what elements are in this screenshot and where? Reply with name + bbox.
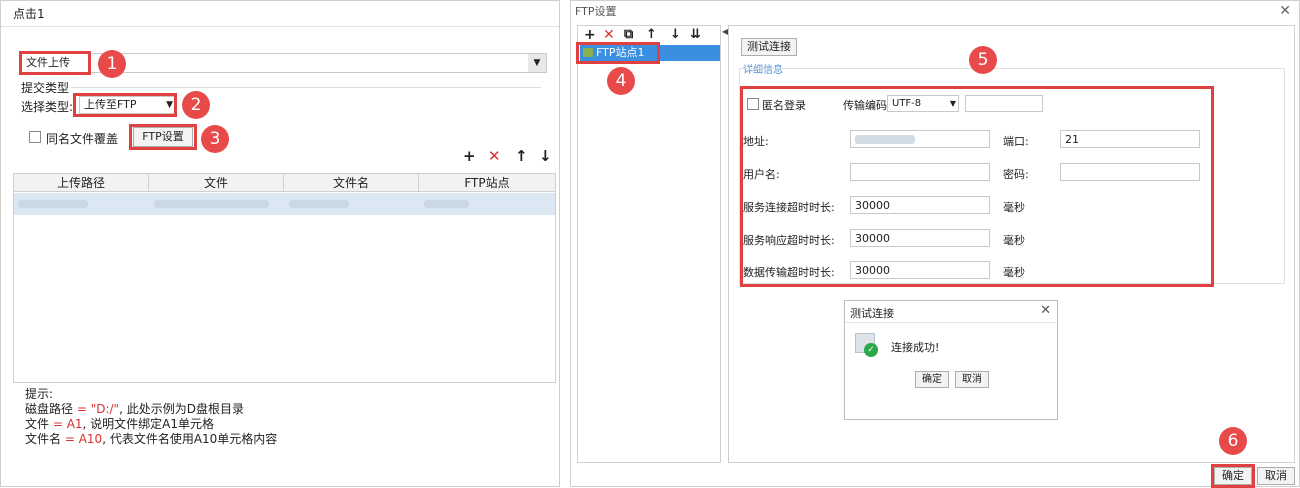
move-down-icon[interactable]: ↓: [539, 147, 552, 165]
dialog-title: 点击1: [1, 1, 559, 27]
close-icon[interactable]: ✕: [1279, 3, 1291, 19]
ftp-dialog-title: FTP设置: [575, 5, 617, 18]
action-dialog: 点击1 文件上传 ▼ 提交类型 选择类型: 上传至FTP ▼ 同名文件覆盖 FT…: [0, 0, 560, 487]
step-badge-2: 2: [182, 91, 210, 119]
test-connection-button[interactable]: 测试连接: [741, 38, 797, 56]
add-icon[interactable]: +: [463, 147, 476, 165]
highlight-action-select: [19, 51, 91, 75]
col-ftp-site: FTP站点: [464, 176, 510, 190]
select-type-label: 选择类型:: [21, 100, 74, 114]
hint-line-2: 文件 = A1, 说明文件绑定A1单元格: [25, 417, 215, 431]
hint-title: 提示:: [25, 387, 54, 401]
chevron-down-icon: ▼: [528, 54, 546, 72]
blurred-cell: [18, 200, 88, 208]
cancel-button[interactable]: 取消: [1257, 467, 1295, 485]
table-row[interactable]: [14, 193, 555, 215]
blurred-cell: [154, 200, 269, 208]
highlight-detail-fields: [740, 86, 1214, 287]
sort-icon[interactable]: ⇊: [690, 27, 701, 42]
move-down-icon[interactable]: ↓: [670, 27, 681, 42]
col-file: 文件: [149, 174, 284, 192]
col-upload-path: 上传路径: [14, 174, 149, 192]
popup-message: 连接成功!: [891, 341, 940, 354]
highlight-upload-target: [73, 93, 177, 117]
highlight-ok-button: [1211, 464, 1255, 488]
step-badge-1: 1: [98, 50, 126, 78]
hint-line-3: 文件名 = A10, 代表文件名使用A10单元格内容: [25, 432, 278, 446]
popup-ok-button[interactable]: 确定: [915, 371, 949, 388]
submit-type-label: 提交类型: [21, 81, 70, 95]
delete-icon[interactable]: ✕: [488, 147, 501, 165]
hint-block: 提示: 磁盘路径 = "D:/", 此处示例为D盘根目录 文件 = A1, 说明…: [25, 387, 277, 447]
site-list-pane: + ✕ ⧉ ↑ ↓ ⇊ FTP站点1: [577, 25, 721, 463]
overwrite-label: 同名文件覆盖: [46, 132, 119, 146]
move-up-icon[interactable]: ↑: [646, 27, 657, 42]
step-badge-6: 6: [1219, 427, 1247, 455]
pane-splitter[interactable]: ◀: [722, 25, 728, 463]
copy-icon[interactable]: ⧉: [624, 27, 633, 42]
highlight-site-item: [576, 42, 660, 64]
highlight-ftp-button: [129, 124, 197, 150]
popup-title-divider: [845, 322, 1057, 323]
success-icon: ✓: [855, 333, 878, 357]
upload-table: 上传路径 文件 文件名 FTP站点: [13, 173, 556, 383]
blurred-cell: [424, 200, 469, 208]
add-icon[interactable]: +: [584, 27, 596, 43]
move-up-icon[interactable]: ↑: [515, 147, 528, 165]
col-file-name: 文件名: [284, 174, 419, 192]
delete-icon[interactable]: ✕: [603, 27, 615, 43]
step-badge-3: 3: [201, 125, 229, 153]
overwrite-checkbox[interactable]: [29, 131, 41, 143]
ftp-settings-dialog: FTP设置 ✕ + ✕ ⧉ ↑ ↓ ⇊ FTP站点1 ◀ 测试连接 详细信息 匿…: [570, 0, 1300, 488]
popup-title: 测试连接: [850, 307, 894, 320]
hint-line-1: 磁盘路径 = "D:/", 此处示例为D盘根目录: [25, 402, 244, 416]
blurred-cell: [289, 200, 349, 208]
close-icon[interactable]: ✕: [1040, 303, 1051, 318]
popup-cancel-button[interactable]: 取消: [955, 371, 989, 388]
step-badge-4: 4: [607, 67, 635, 95]
step-badge-5: 5: [969, 46, 997, 74]
divider: [71, 87, 541, 88]
table-header: 上传路径 文件 文件名 FTP站点: [14, 174, 555, 192]
test-connection-popup: 测试连接 ✕ ✓ 连接成功! 确定 取消: [844, 300, 1058, 420]
